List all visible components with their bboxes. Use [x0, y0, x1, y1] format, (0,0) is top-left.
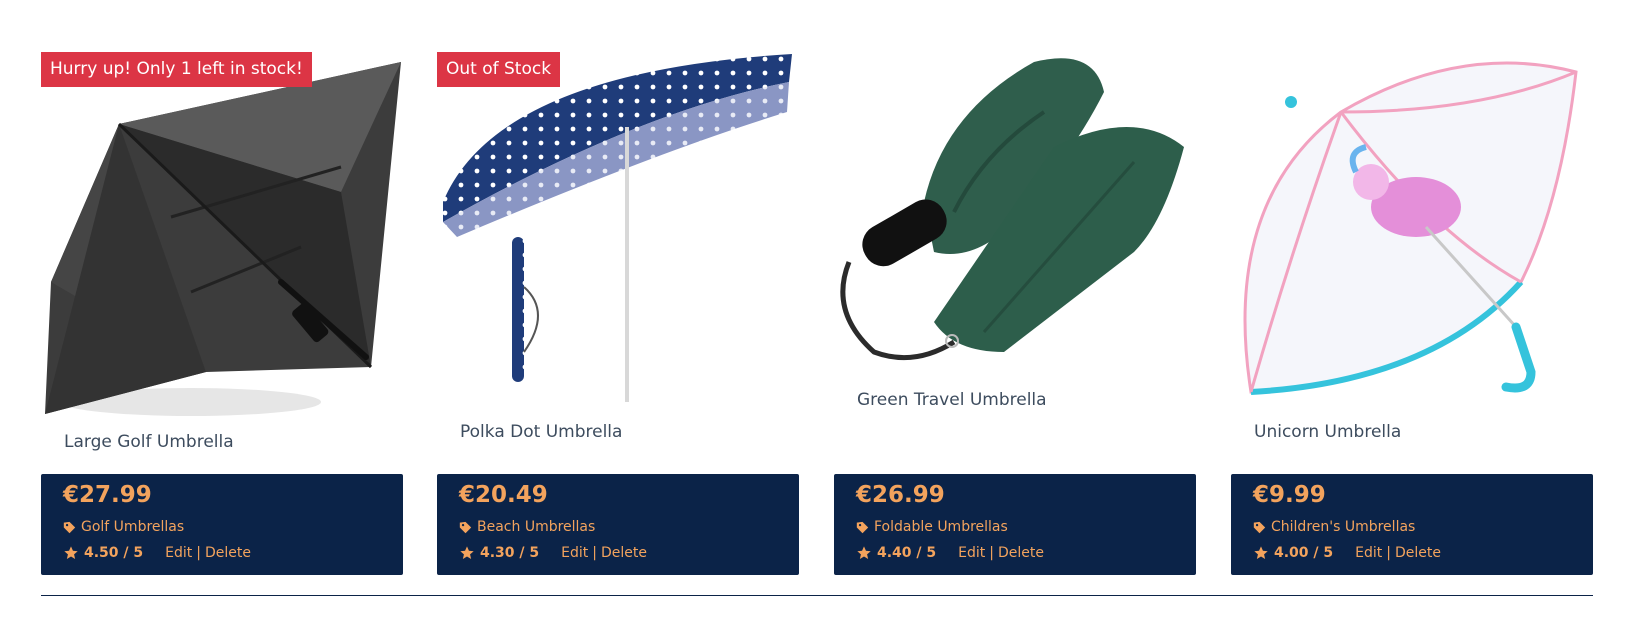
star-icon	[857, 546, 871, 559]
product-title[interactable]: Polka Dot Umbrella	[460, 422, 622, 442]
product-image-green-travel-umbrella[interactable]	[834, 52, 1196, 424]
stock-badge: Out of Stock	[437, 52, 561, 87]
product-image-polka-dot-umbrella[interactable]	[437, 52, 799, 424]
golf-umbrella-image	[41, 52, 403, 424]
tag-icon	[459, 521, 472, 533]
product-price: €9.99	[1253, 482, 1326, 508]
product-info-panel: €20.49 Beach Umbrellas 4.30 / 5 Edit | Del…	[437, 474, 799, 575]
edit-link[interactable]: Edit	[958, 545, 985, 561]
product-actions: Edit | Delete	[958, 543, 1044, 563]
edit-link[interactable]: Edit	[561, 545, 588, 561]
product-title[interactable]: Unicorn Umbrella	[1254, 422, 1401, 442]
product-price: €27.99	[63, 482, 152, 508]
product-category: Foldable Umbrellas	[856, 517, 1196, 537]
edit-link[interactable]: Edit	[165, 545, 192, 561]
product-meta-row: 4.50 / 5 Edit | Delete	[63, 543, 403, 563]
product-category: Children's Umbrellas	[1253, 517, 1593, 537]
product-category-label[interactable]: Foldable Umbrellas	[874, 517, 1008, 537]
polka-dot-umbrella-image	[437, 52, 799, 424]
edit-link[interactable]: Edit	[1355, 545, 1382, 561]
section-divider	[41, 595, 1593, 596]
delete-link[interactable]: Delete	[1395, 545, 1441, 561]
product-meta-row: 4.30 / 5 Edit | Delete	[459, 543, 799, 563]
product-card[interactable]: Hurry up! Only 1 left in stock! Large Go…	[41, 52, 403, 577]
delete-link[interactable]: Delete	[998, 545, 1044, 561]
product-category: Golf Umbrellas	[63, 517, 403, 537]
product-actions: Edit | Delete	[165, 543, 251, 563]
tag-icon	[856, 521, 869, 533]
stock-badge: Hurry up! Only 1 left in stock!	[41, 52, 312, 87]
star-icon	[460, 546, 474, 559]
product-rating: 4.30 / 5	[480, 545, 540, 561]
product-rating: 4.50 / 5	[84, 545, 144, 561]
product-actions: Edit | Delete	[561, 543, 647, 563]
product-title[interactable]: Green Travel Umbrella	[857, 390, 1047, 410]
separator: |	[989, 545, 994, 561]
product-category-label[interactable]: Children's Umbrellas	[1271, 517, 1415, 537]
separator: |	[592, 545, 597, 561]
separator: |	[1386, 545, 1391, 561]
product-meta-row: 4.00 / 5 Edit | Delete	[1253, 543, 1593, 563]
product-category-label[interactable]: Beach Umbrellas	[477, 517, 595, 537]
product-price: €20.49	[459, 482, 548, 508]
product-card[interactable]: Green Travel Umbrella €26.99 Foldable Um…	[834, 52, 1196, 577]
tag-icon	[1253, 521, 1266, 533]
separator: |	[196, 545, 201, 561]
product-actions: Edit | Delete	[1355, 543, 1441, 563]
product-card[interactable]: Unicorn Umbrella €9.99 Children's Umbrel…	[1231, 52, 1593, 577]
product-card[interactable]: Out of Stock Polka Dot Umbrella €20.49 B…	[437, 52, 799, 577]
green-travel-umbrella-image	[834, 52, 1196, 424]
star-icon	[64, 546, 78, 559]
product-title[interactable]: Large Golf Umbrella	[64, 432, 234, 452]
product-info-panel: €26.99 Foldable Umbrellas 4.40 / 5 Edit |…	[834, 474, 1196, 575]
tag-icon	[63, 521, 76, 533]
product-rating: 4.40 / 5	[877, 545, 937, 561]
unicorn-umbrella-image	[1231, 52, 1593, 424]
star-icon	[1254, 546, 1268, 559]
product-info-panel: €9.99 Children's Umbrellas 4.00 / 5 Edit…	[1231, 474, 1593, 575]
delete-link[interactable]: Delete	[601, 545, 647, 561]
product-rating: 4.00 / 5	[1274, 545, 1334, 561]
product-price: €26.99	[856, 482, 945, 508]
product-image-unicorn-umbrella[interactable]	[1231, 52, 1593, 424]
product-category: Beach Umbrellas	[459, 517, 799, 537]
product-category-label[interactable]: Golf Umbrellas	[81, 517, 184, 537]
product-image-golf-umbrella[interactable]	[41, 52, 403, 424]
product-info-panel: €27.99 Golf Umbrellas 4.50 / 5 Edit | Dele…	[41, 474, 403, 575]
product-meta-row: 4.40 / 5 Edit | Delete	[856, 543, 1196, 563]
delete-link[interactable]: Delete	[205, 545, 251, 561]
